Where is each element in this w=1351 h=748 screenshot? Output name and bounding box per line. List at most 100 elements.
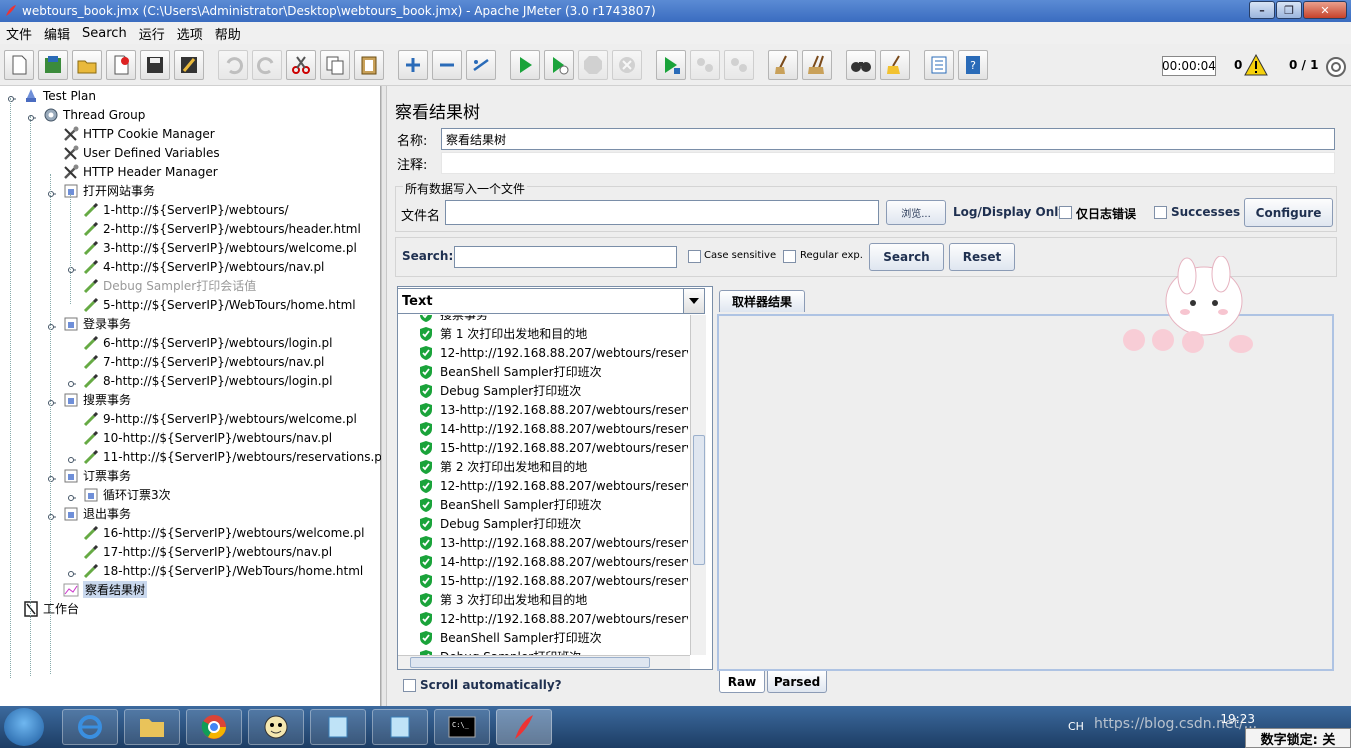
tree-node[interactable]: Debug Sampler打印会话值 (82, 276, 256, 295)
remote-shutdown-button[interactable] (724, 50, 754, 80)
remote-globe-icon[interactable] (1325, 56, 1347, 78)
tree-node[interactable]: 察看结果树 (62, 580, 148, 599)
result-row[interactable]: 14-http://192.168.88.207/webtours/reserv… (418, 419, 688, 438)
toggle-button[interactable] (466, 50, 496, 80)
reset-button[interactable]: Reset (949, 243, 1015, 271)
tree-node[interactable]: Test Plan (22, 86, 96, 105)
result-row[interactable]: 13-http://192.168.88.207/webtours/reserv… (418, 400, 688, 419)
tree-node[interactable]: 5-http://${ServerIP}/WebTours/home.html (82, 295, 356, 314)
taskbar-ie[interactable] (62, 709, 118, 745)
renderer-dropdown-arrow[interactable] (683, 288, 705, 314)
result-row[interactable]: BeanShell Sampler打印班次 (418, 495, 602, 514)
tree-node[interactable]: 登录事务 (62, 314, 131, 333)
configure-button[interactable]: Configure (1244, 198, 1333, 227)
undo-button[interactable] (218, 50, 248, 80)
result-row[interactable]: 15-http://192.168.88.207/webtours/reserv… (418, 571, 688, 590)
start-button[interactable] (4, 708, 44, 746)
result-row[interactable]: 12-http://192.168.88.207/webtours/reserv… (418, 609, 688, 628)
tree-node[interactable]: User Defined Variables (62, 143, 220, 162)
warning-icon[interactable] (1244, 54, 1268, 76)
remote-start-button[interactable] (656, 50, 686, 80)
stop-button[interactable] (578, 50, 608, 80)
menu-run[interactable]: 运行 (133, 24, 171, 43)
help-button[interactable]: ? (958, 50, 988, 80)
result-row[interactable]: BeanShell Sampler打印班次 (418, 628, 602, 647)
tree-node[interactable]: Thread Group (42, 105, 145, 124)
minimize-button[interactable]: – (1249, 1, 1275, 19)
tree-node[interactable]: 循环订票3次 (82, 485, 171, 504)
menu-help[interactable]: 帮助 (209, 24, 247, 43)
menu-options[interactable]: 选项 (171, 24, 209, 43)
successes-checkbox[interactable] (1154, 206, 1167, 219)
tree-node[interactable]: 8-http://${ServerIP}/webtours/login.pl (82, 371, 333, 390)
tree-node[interactable]: 打开网站事务 (62, 181, 155, 200)
tree-node[interactable]: 3-http://${ServerIP}/webtours/welcome.pl (82, 238, 357, 257)
taskbar-notepad-2[interactable] (372, 709, 428, 745)
result-row[interactable]: 搜票事务 (418, 315, 488, 324)
tree-node[interactable]: 11-http://${ServerIP}/webtours/reservati… (82, 447, 385, 466)
tree-node[interactable]: 退出事务 (62, 504, 131, 523)
result-row[interactable]: Debug Sampler打印班次 (418, 647, 581, 655)
tree-expand-handle[interactable] (68, 377, 76, 387)
start-button[interactable] (510, 50, 540, 80)
remote-stop-button[interactable] (690, 50, 720, 80)
horizontal-scroll-thumb[interactable] (410, 657, 650, 668)
tree-node[interactable]: 订票事务 (62, 466, 131, 485)
filename-field[interactable] (445, 200, 879, 225)
result-row[interactable]: 第 1 次打印出发地和目的地 (418, 324, 587, 343)
result-row[interactable]: Debug Sampler打印班次 (418, 514, 581, 533)
taskbar-app-face[interactable] (248, 709, 304, 745)
maximize-button[interactable]: ❐ (1276, 1, 1302, 19)
clear-button[interactable] (768, 50, 798, 80)
result-row[interactable]: 第 3 次打印出发地和目的地 (418, 590, 587, 609)
tree-expand-handle[interactable] (68, 491, 76, 501)
regular-exp-checkbox[interactable] (783, 250, 796, 263)
tree-node[interactable]: HTTP Header Manager (62, 162, 218, 181)
templates-button[interactable] (38, 50, 68, 80)
tree-node[interactable]: 搜票事务 (62, 390, 131, 409)
open-button[interactable] (72, 50, 102, 80)
tree-node[interactable]: HTTP Cookie Manager (62, 124, 215, 143)
clear-all-button[interactable] (802, 50, 832, 80)
name-field[interactable]: 察看结果树 (441, 128, 1335, 150)
results-vertical-scrollbar[interactable] (690, 315, 706, 655)
result-row[interactable]: 12-http://192.168.88.207/webtours/reserv… (418, 476, 688, 495)
errors-only-checkbox[interactable] (1059, 206, 1072, 219)
menu-edit[interactable]: 编辑 (38, 24, 76, 43)
vertical-scroll-thumb[interactable] (693, 435, 705, 565)
tree-node[interactable]: 7-http://${ServerIP}/webtours/nav.pl (82, 352, 324, 371)
close-button[interactable]: ✕ (1303, 1, 1347, 19)
result-row[interactable]: 12-http://192.168.88.207/webtours/reserv… (418, 343, 688, 362)
tree-node[interactable]: 6-http://${ServerIP}/webtours/login.pl (82, 333, 333, 352)
new-button[interactable] (4, 50, 34, 80)
function-helper-button[interactable] (924, 50, 954, 80)
expand-all-button[interactable] (398, 50, 428, 80)
result-row[interactable]: Debug Sampler打印班次 (418, 381, 581, 400)
comment-field[interactable] (441, 152, 1335, 174)
tree-node[interactable]: 1-http://${ServerIP}/webtours/ (82, 200, 289, 219)
taskbar-jmeter[interactable] (496, 709, 552, 745)
tree-expand-handle[interactable] (68, 567, 76, 577)
menu-search[interactable]: Search (76, 26, 133, 41)
menu-file[interactable]: 文件 (0, 24, 38, 43)
tree-node[interactable]: 9-http://${ServerIP}/webtours/welcome.pl (82, 409, 357, 428)
taskbar-notepad-1[interactable] (310, 709, 366, 745)
tree-node[interactable]: 16-http://${ServerIP}/webtours/welcome.p… (82, 523, 364, 542)
redo-button[interactable] (252, 50, 282, 80)
search-button[interactable]: Search (869, 243, 944, 271)
paste-button[interactable] (354, 50, 384, 80)
close-file-button[interactable] (106, 50, 136, 80)
result-row[interactable]: 14-http://192.168.88.207/webtours/reserv… (418, 552, 688, 571)
tree-node[interactable]: 4-http://${ServerIP}/webtours/nav.pl (82, 257, 324, 276)
reset-search-button[interactable] (880, 50, 910, 80)
tree-node[interactable]: 10-http://${ServerIP}/webtours/nav.pl (82, 428, 332, 447)
save-screenshot-button[interactable] (174, 50, 204, 80)
search-tree-button[interactable] (846, 50, 876, 80)
search-input[interactable] (454, 246, 677, 268)
scroll-auto-checkbox[interactable] (403, 679, 416, 692)
result-row[interactable]: 第 2 次打印出发地和目的地 (418, 457, 587, 476)
tab-raw[interactable]: Raw (719, 671, 765, 693)
tree-node[interactable]: 2-http://${ServerIP}/webtours/header.htm… (82, 219, 361, 238)
taskbar-chrome[interactable] (186, 709, 242, 745)
collapse-all-button[interactable] (432, 50, 462, 80)
